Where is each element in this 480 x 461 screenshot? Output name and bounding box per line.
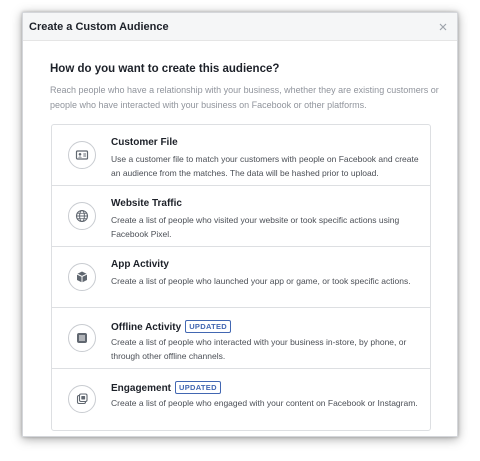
audience-options-list: Customer File Use a customer file to mat… — [51, 124, 431, 431]
updated-badge: UPDATED — [175, 381, 221, 394]
option-description: Create a list of people who visited your… — [111, 215, 400, 239]
option-title: Engagement UPDATED — [111, 381, 221, 394]
option-description: Create a list of people who engaged with… — [111, 398, 418, 408]
option-title: Website Traffic — [111, 198, 182, 209]
option-title-text: Engagement — [111, 383, 172, 394]
option-title: Customer File — [111, 137, 178, 148]
customer-file-icon — [68, 141, 96, 169]
engagement-icon — [68, 385, 96, 413]
store-icon — [68, 324, 96, 352]
option-title: Offline Activity UPDATED — [111, 320, 231, 333]
globe-icon — [68, 202, 96, 230]
option-offline-activity[interactable]: Offline Activity UPDATED Create a list of… — [52, 308, 430, 369]
option-title-text: Customer File — [111, 137, 178, 148]
custom-audience-dialog: Create a Custom Audience How do you want… — [22, 12, 458, 437]
option-engagement[interactable]: Engagement UPDATED Create a list of peopl… — [52, 369, 430, 430]
updated-badge: UPDATED — [185, 320, 231, 333]
option-app-activity[interactable]: App Activity Create a list of people who… — [52, 247, 430, 308]
dialog-title: Create a Custom Audience — [29, 21, 169, 33]
option-description: Create a list of people who launched you… — [111, 276, 411, 286]
option-title-text: Website Traffic — [111, 198, 182, 209]
close-button[interactable] — [437, 20, 449, 32]
dialog-question: How do you want to create this audience? — [50, 63, 280, 75]
close-icon — [439, 23, 447, 31]
option-customer-file[interactable]: Customer File Use a customer file to mat… — [52, 125, 430, 186]
option-title-text: Offline Activity — [111, 322, 182, 333]
option-website-traffic[interactable]: Website Traffic Create a list of people … — [52, 186, 430, 247]
option-title: App Activity — [111, 259, 169, 270]
page-background: Create a Custom Audience How do you want… — [0, 0, 480, 461]
option-title-text: App Activity — [111, 259, 169, 270]
cube-icon — [68, 263, 96, 291]
option-description: Use a customer file to match your custom… — [111, 154, 419, 178]
dialog-intro: Reach people who have a relationship wit… — [50, 85, 439, 110]
option-description: Create a list of people who interacted w… — [111, 337, 407, 361]
dialog-header: Create a Custom Audience — [23, 13, 457, 41]
